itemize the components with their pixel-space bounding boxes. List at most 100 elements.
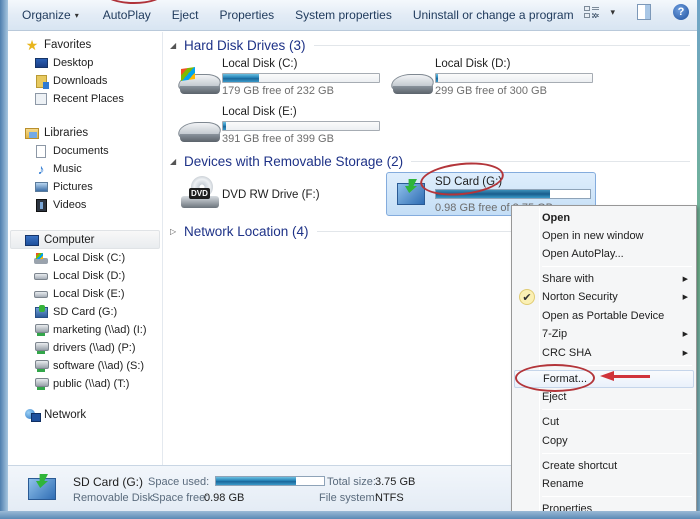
group-hard-disk-drives[interactable]: ◢ Hard Disk Drives (3) xyxy=(170,37,690,53)
menu-separator xyxy=(542,409,692,410)
disk-icon xyxy=(34,269,48,283)
help-icon[interactable]: ? xyxy=(673,4,689,20)
space-used-label: Space used: xyxy=(148,476,210,488)
uninstall-program-button[interactable]: Uninstall or change a program xyxy=(405,4,582,26)
nav-marketing-drive[interactable]: marketing (\\ad) (I:) xyxy=(34,321,147,339)
details-drive-name: SD Card (G:) xyxy=(73,475,144,489)
nav-local-disk-d-label: Local Disk (D:) xyxy=(53,270,126,282)
nav-software-drive[interactable]: software (\\ad) (S:) xyxy=(34,357,144,375)
menu-item-copy[interactable]: Copy xyxy=(514,432,694,450)
nav-favorites[interactable]: ★ Favorites xyxy=(25,36,92,54)
menu-item-open[interactable]: Open xyxy=(514,209,694,227)
drive-local-disk-d[interactable]: Local Disk (D:) 299 GB free of 300 GB xyxy=(390,58,600,102)
hard-disk-icon xyxy=(177,116,223,146)
total-size-label: Total size: xyxy=(327,476,376,488)
nav-downloads[interactable]: Downloads xyxy=(34,72,107,90)
star-icon: ★ xyxy=(25,36,39,53)
nav-local-disk-c[interactable]: Local Disk (C:) xyxy=(34,249,125,267)
network-drive-icon xyxy=(34,377,49,391)
group-removable-storage[interactable]: ◢ Devices with Removable Storage (2) xyxy=(170,153,690,169)
menu-item-label: Open as Portable Device xyxy=(542,310,665,322)
libraries-icon xyxy=(25,126,39,140)
group-divider xyxy=(316,230,527,232)
menu-item-label: Rename xyxy=(542,478,584,490)
submenu-arrow-icon: ▶ xyxy=(682,276,688,283)
nav-music-label: Music xyxy=(53,163,82,175)
submenu-arrow-icon: ▶ xyxy=(682,294,688,301)
system-properties-button[interactable]: System properties xyxy=(287,4,400,26)
drive-free-space: 179 GB free of 232 GB xyxy=(222,85,334,97)
nav-recent-places[interactable]: Recent Places xyxy=(34,90,124,108)
menu-item-label: Norton Security xyxy=(542,291,618,303)
nav-pictures[interactable]: Pictures xyxy=(34,178,93,196)
view-options-chevron-icon[interactable]: ▾ xyxy=(610,7,615,18)
group-hard-disk-drives-label: Hard Disk Drives (3) xyxy=(184,37,306,53)
nav-music[interactable]: ♪ Music xyxy=(34,160,82,178)
menu-item-7zip[interactable]: 7-Zip ▶ xyxy=(514,325,694,343)
properties-button[interactable]: Properties xyxy=(211,4,282,26)
preview-pane-icon[interactable] xyxy=(637,4,651,20)
collapse-triangle-icon: ◢ xyxy=(170,156,177,166)
organize-button[interactable]: Organize ▾ xyxy=(14,4,87,26)
nav-documents[interactable]: Documents xyxy=(34,142,109,160)
file-system-value: NTFS xyxy=(375,492,404,504)
nav-documents-label: Documents xyxy=(53,145,109,157)
menu-item-cut[interactable]: Cut xyxy=(514,413,694,431)
drive-name: Local Disk (E:) xyxy=(222,106,297,118)
menu-item-crc-sha[interactable]: CRC SHA ▶ xyxy=(514,344,694,362)
menu-item-rename[interactable]: Rename xyxy=(514,475,694,493)
menu-item-label: Create shortcut xyxy=(542,460,618,472)
group-divider xyxy=(411,160,690,162)
menu-item-share-with[interactable]: Share with ▶ xyxy=(514,270,694,288)
nav-local-disk-e[interactable]: Local Disk (E:) xyxy=(34,285,125,303)
nav-network-label: Network xyxy=(44,409,87,421)
drive-local-disk-c[interactable]: Local Disk (C:) 179 GB free of 232 GB xyxy=(177,58,387,102)
drive-dvd-rw[interactable]: DVD DVD RW Drive (F:) xyxy=(177,176,387,224)
nav-videos[interactable]: Videos xyxy=(34,196,86,214)
menu-item-open-portable-device[interactable]: Open as Portable Device xyxy=(514,307,694,325)
nav-libraries[interactable]: Libraries xyxy=(25,124,88,142)
nav-drivers-drive-label: drivers (\\ad) (P:) xyxy=(53,342,136,354)
submenu-arrow-icon: ▶ xyxy=(682,331,688,338)
drive-name: Local Disk (C:) xyxy=(222,58,298,70)
group-divider xyxy=(313,44,690,46)
menu-item-open-new-window[interactable]: Open in new window xyxy=(514,227,694,245)
drive-usage-fill xyxy=(223,122,227,130)
nav-desktop[interactable]: Desktop xyxy=(34,54,93,72)
disk-icon xyxy=(34,287,48,301)
nav-local-disk-e-label: Local Disk (E:) xyxy=(53,288,125,300)
nav-sd-card-label: SD Card (G:) xyxy=(53,306,118,318)
drive-free-space: 391 GB free of 399 GB xyxy=(222,133,334,145)
system-disk-icon xyxy=(34,251,48,265)
drive-local-disk-e[interactable]: Local Disk (E:) 391 GB free of 399 GB xyxy=(177,106,387,150)
eject-button[interactable]: Eject xyxy=(164,4,207,26)
collapse-triangle-icon: ◢ xyxy=(170,40,177,50)
space-used-bar xyxy=(215,476,325,486)
nav-videos-label: Videos xyxy=(53,199,87,211)
hard-disk-icon xyxy=(390,68,436,98)
menu-item-label: 7-Zip xyxy=(542,328,568,340)
expand-triangle-icon: ▷ xyxy=(170,226,177,236)
group-removable-storage-label: Devices with Removable Storage (2) xyxy=(184,153,404,169)
window-frame-bottom xyxy=(0,511,700,519)
menu-item-create-shortcut[interactable]: Create shortcut xyxy=(514,457,694,475)
autoplay-button[interactable]: AutoPlay xyxy=(95,4,159,26)
nav-public-drive-label: public (\\ad) (T:) xyxy=(53,378,130,390)
nav-network[interactable]: Network xyxy=(25,406,86,424)
change-view-icon[interactable] xyxy=(584,5,600,19)
menu-separator xyxy=(542,266,692,267)
desktop-icon xyxy=(34,56,48,70)
nav-sd-card[interactable]: SD Card (G:) xyxy=(34,303,117,321)
menu-item-norton-security[interactable]: ✔ Norton Security ▶ xyxy=(514,288,694,306)
space-free-label: Space free: xyxy=(152,492,209,504)
window-frame-left xyxy=(0,0,8,519)
nav-computer[interactable]: Computer xyxy=(25,231,95,249)
nav-desktop-label: Desktop xyxy=(53,57,94,69)
check-icon: ✔ xyxy=(519,289,535,305)
nav-public-drive[interactable]: public (\\ad) (T:) xyxy=(34,375,129,393)
menu-item-open-autoplay[interactable]: Open AutoPlay... xyxy=(514,245,694,263)
nav-drivers-drive[interactable]: drivers (\\ad) (P:) xyxy=(34,339,136,357)
nav-favorites-label: Favorites xyxy=(44,39,92,51)
nav-local-disk-d[interactable]: Local Disk (D:) xyxy=(34,267,125,285)
nav-downloads-label: Downloads xyxy=(53,75,108,87)
